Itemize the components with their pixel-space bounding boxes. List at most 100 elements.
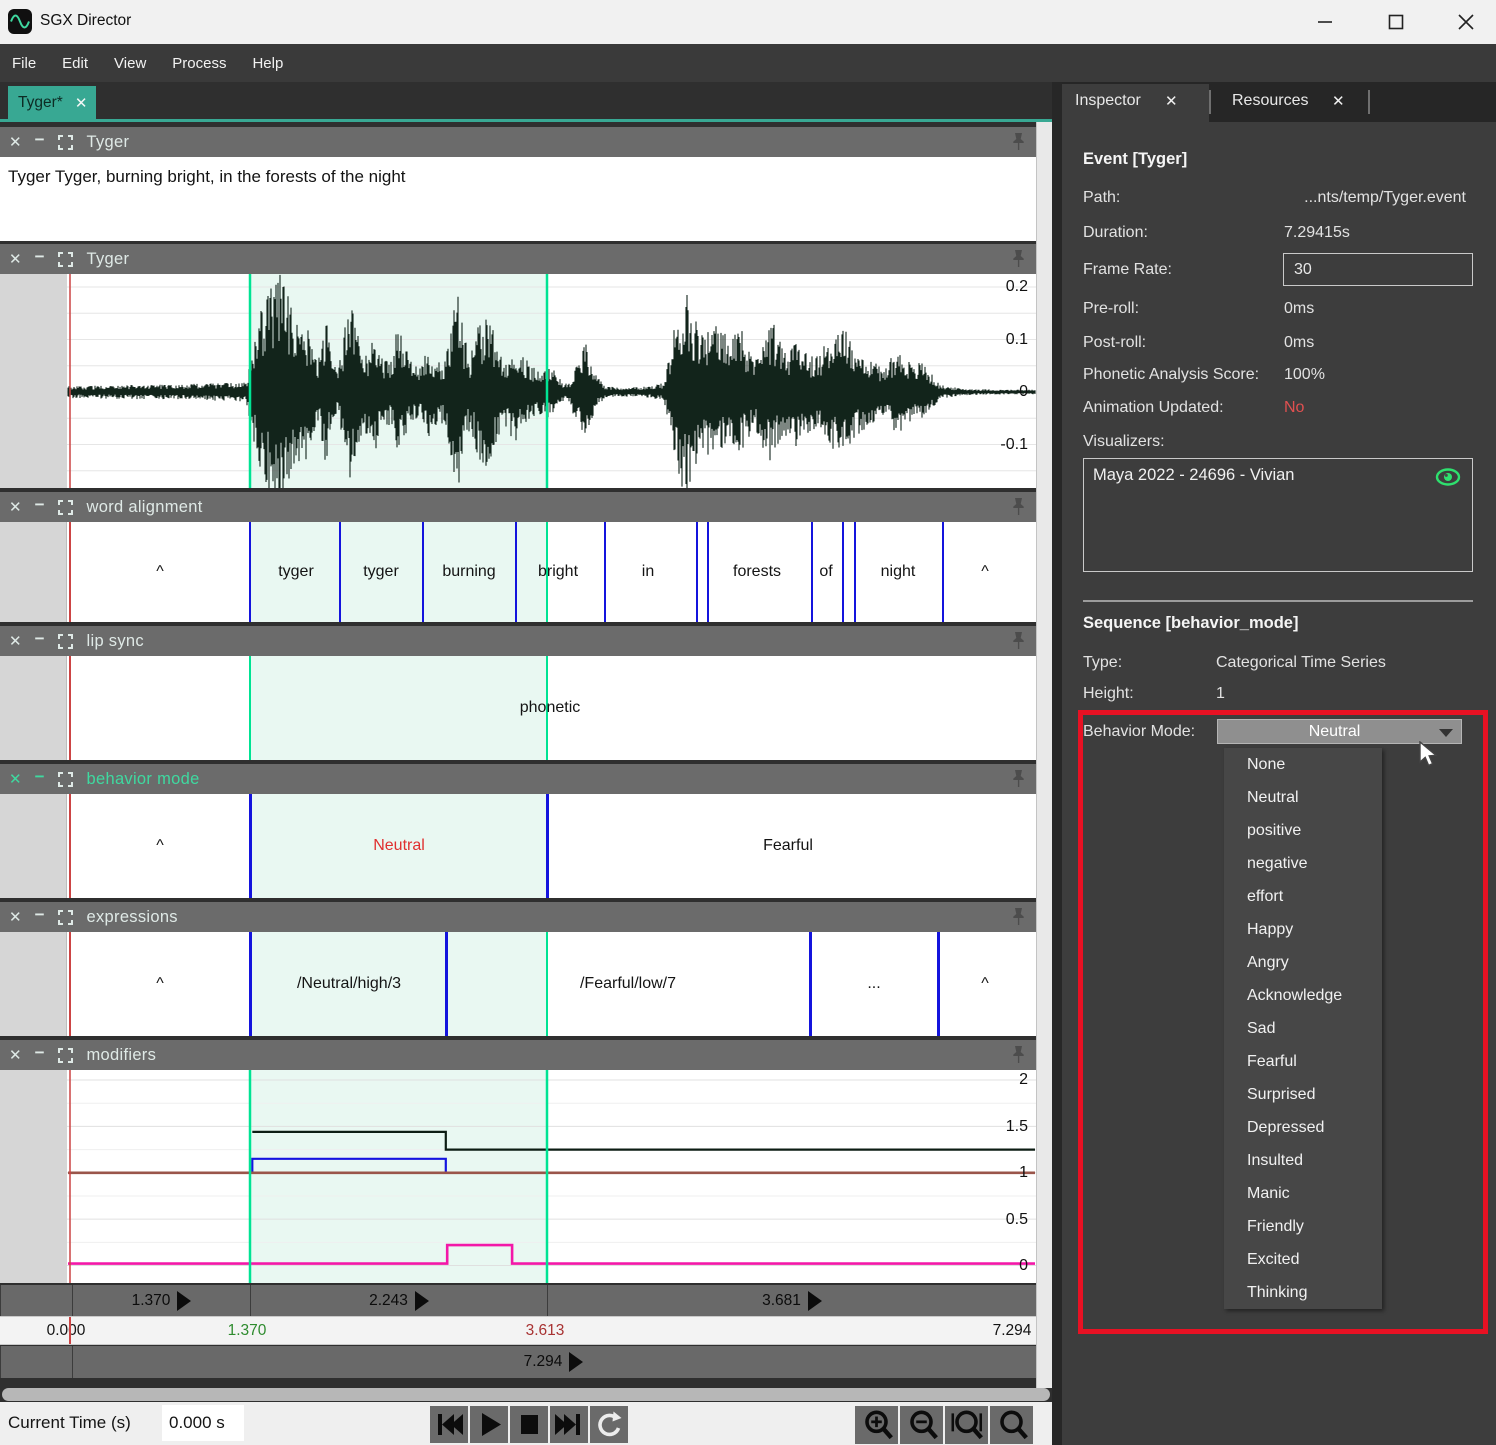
- dropdown-option-surprised[interactable]: Surprised: [1224, 1078, 1382, 1111]
- menu-item-view[interactable]: View: [110, 51, 150, 76]
- close-track-icon[interactable]: ✕: [9, 908, 22, 926]
- dropdown-option-effort[interactable]: effort: [1224, 880, 1382, 913]
- visualizers-list[interactable]: Maya 2022 - 24696 - Vivian: [1083, 458, 1473, 572]
- segment-cell[interactable]: 3.681: [547, 1285, 1036, 1316]
- close-track-icon[interactable]: ✕: [9, 1046, 22, 1064]
- track-content-lipsync[interactable]: phonetic: [0, 656, 1036, 760]
- stop-button[interactable]: [510, 1406, 548, 1443]
- overview-range-bar[interactable]: 7.294: [72, 1346, 1034, 1378]
- zoom-select-button[interactable]: [990, 1406, 1033, 1444]
- pin-icon[interactable]: [1011, 132, 1026, 152]
- minimize-track-icon[interactable]: −: [35, 495, 45, 515]
- pin-icon[interactable]: [1011, 631, 1026, 651]
- close-track-icon[interactable]: ✕: [9, 498, 22, 516]
- tab-inspector-label[interactable]: Inspector: [1075, 92, 1141, 110]
- pin-icon[interactable]: [1011, 907, 1026, 927]
- dropdown-option-neutral[interactable]: Neutral: [1224, 781, 1382, 814]
- pin-icon[interactable]: [1011, 249, 1026, 269]
- track-content-text[interactable]: Tyger Tyger, burning bright, in the fore…: [0, 157, 1036, 241]
- tab-tyger[interactable]: Tyger* ✕: [8, 86, 96, 119]
- expand-track-icon[interactable]: [58, 500, 73, 515]
- horizontal-scrollbar[interactable]: [2, 1388, 1050, 1401]
- close-track-icon[interactable]: ✕: [9, 770, 22, 788]
- timeline-ruler[interactable]: 0.0001.3703.6137.294: [0, 1316, 1036, 1345]
- dropdown-option-thinking[interactable]: Thinking: [1224, 1276, 1382, 1309]
- tab-resources-close-icon[interactable]: ✕: [1332, 92, 1345, 110]
- minimize-track-icon[interactable]: −: [35, 1043, 45, 1063]
- tab-divider: [1209, 90, 1211, 114]
- pin-icon[interactable]: [1011, 1045, 1026, 1065]
- segment-label: Fearful: [763, 837, 813, 855]
- minimize-track-icon[interactable]: −: [35, 767, 45, 787]
- menu-item-process[interactable]: Process: [168, 51, 230, 76]
- dropdown-option-excited[interactable]: Excited: [1224, 1243, 1382, 1276]
- dropdown-option-positive[interactable]: positive: [1224, 814, 1382, 847]
- current-time-field[interactable]: 0.000 s: [162, 1405, 244, 1441]
- dropdown-option-happy[interactable]: Happy: [1224, 913, 1382, 946]
- dropdown-option-friendly[interactable]: Friendly: [1224, 1210, 1382, 1243]
- expand-track-icon[interactable]: [58, 252, 73, 267]
- track-content-waveform[interactable]: 0.20.10-0.1: [0, 274, 1036, 488]
- menu-item-help[interactable]: Help: [248, 51, 287, 76]
- visibility-eye-icon[interactable]: [1434, 467, 1462, 487]
- loop-button[interactable]: [590, 1406, 628, 1443]
- segment-label: /Neutral/high/3: [297, 975, 401, 993]
- skip-start-button[interactable]: [430, 1406, 468, 1443]
- track-content-expressions[interactable]: ^/Neutral/high/3/Fearful/low/7...^: [0, 932, 1036, 1036]
- minimize-track-icon[interactable]: −: [35, 130, 45, 150]
- close-track-icon[interactable]: ✕: [9, 133, 22, 151]
- segment-cell[interactable]: 2.243: [250, 1285, 547, 1316]
- dropdown-option-fearful[interactable]: Fearful: [1224, 1045, 1382, 1078]
- panel-divider[interactable]: [1052, 82, 1062, 1445]
- track-content-words[interactable]: ^tygertygerburningbrightinforestsofnight…: [0, 522, 1036, 622]
- minimize-track-icon[interactable]: −: [35, 905, 45, 925]
- minimize-track-icon[interactable]: −: [35, 629, 45, 649]
- vertical-scrollbar[interactable]: [1036, 122, 1052, 1388]
- dropdown-option-none[interactable]: None: [1224, 748, 1382, 781]
- close-button[interactable]: [1443, 0, 1489, 44]
- dropdown-option-angry[interactable]: Angry: [1224, 946, 1382, 979]
- segment-cell[interactable]: 1.370: [72, 1285, 250, 1316]
- pin-icon[interactable]: [1011, 497, 1026, 517]
- tab-resources-label[interactable]: Resources: [1232, 92, 1308, 110]
- expand-track-icon[interactable]: [58, 910, 73, 925]
- minimize-track-icon[interactable]: −: [35, 247, 45, 267]
- skip-end-button[interactable]: [550, 1406, 588, 1443]
- modifiers-plot[interactable]: [0, 1070, 1036, 1283]
- track-content-behavior[interactable]: ^NeutralFearful: [0, 794, 1036, 898]
- pin-icon[interactable]: [1011, 769, 1026, 789]
- segment-label: ^: [981, 563, 989, 581]
- menu-item-edit[interactable]: Edit: [58, 51, 92, 76]
- zoom-out-button[interactable]: [900, 1406, 943, 1444]
- close-track-icon[interactable]: ✕: [9, 632, 22, 650]
- tab-close-icon[interactable]: ✕: [75, 94, 88, 112]
- dropdown-option-negative[interactable]: negative: [1224, 847, 1382, 880]
- dropdown-option-acknowledge[interactable]: Acknowledge: [1224, 979, 1382, 1012]
- dropdown-option-sad[interactable]: Sad: [1224, 1012, 1382, 1045]
- maximize-button[interactable]: [1373, 0, 1419, 44]
- expand-track-icon[interactable]: [58, 135, 73, 150]
- track-content-modifiers[interactable]: 21.510.50: [0, 1070, 1036, 1283]
- field-value: Categorical Time Series: [1216, 654, 1386, 672]
- zoom-in-button[interactable]: [855, 1406, 898, 1444]
- timeline-segment-row[interactable]: 1.3702.2433.681: [0, 1285, 1036, 1316]
- event-section-title: Event [Tyger]: [1083, 150, 1187, 169]
- visualizer-item[interactable]: Maya 2022 - 24696 - Vivian: [1093, 466, 1295, 485]
- minimize-button[interactable]: [1302, 0, 1348, 44]
- expand-track-icon[interactable]: [58, 634, 73, 649]
- play-icon: [470, 1406, 508, 1443]
- timeline-overview-row[interactable]: 7.294: [0, 1346, 1036, 1378]
- play-button[interactable]: [470, 1406, 508, 1443]
- tab-inspector-close-icon[interactable]: ✕: [1165, 92, 1178, 110]
- expand-track-icon[interactable]: [58, 772, 73, 787]
- expand-track-icon[interactable]: [58, 1048, 73, 1063]
- frame-rate-input[interactable]: 30: [1283, 253, 1473, 286]
- zoom-fit-button[interactable]: [945, 1406, 988, 1444]
- dropdown-option-depressed[interactable]: Depressed: [1224, 1111, 1382, 1144]
- dropdown-option-manic[interactable]: Manic: [1224, 1177, 1382, 1210]
- dropdown-option-insulted[interactable]: Insulted: [1224, 1144, 1382, 1177]
- track-header-modifiers: ✕−modifiers: [0, 1040, 1036, 1070]
- waveform-plot[interactable]: [0, 274, 1036, 488]
- close-track-icon[interactable]: ✕: [9, 250, 22, 268]
- menu-item-file[interactable]: File: [8, 51, 40, 76]
